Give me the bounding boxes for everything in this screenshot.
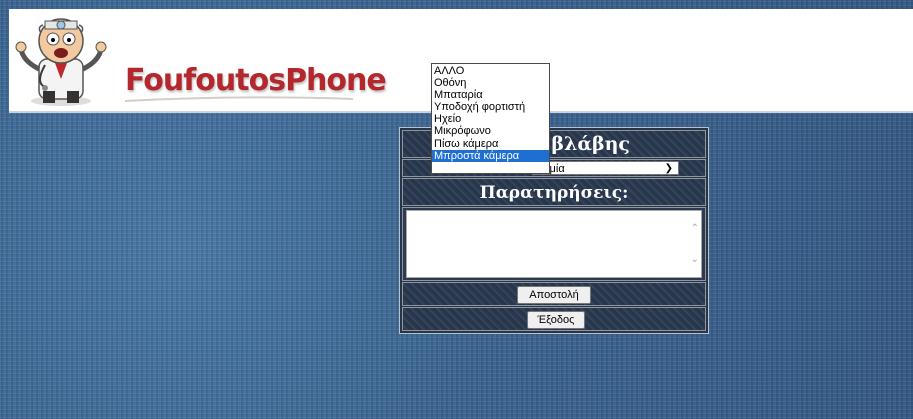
dropdown-option[interactable]: Οθόνη <box>432 77 549 89</box>
dropdown-option[interactable]: Ηχείο <box>432 113 549 125</box>
dropdown-option[interactable]: Πίσω κάμερα <box>432 138 549 150</box>
chevron-down-icon: ❯ <box>664 163 673 174</box>
scroll-down-icon[interactable]: ⌄ <box>691 254 699 265</box>
exit-button[interactable]: Έξοδος <box>527 311 585 329</box>
doctor-mascot-logo <box>15 18 107 106</box>
damage-type-select[interactable]: Καμία ❯ <box>532 161 679 175</box>
notes-textarea[interactable]: ⌃ ⌄ <box>406 210 702 278</box>
dropdown-option[interactable]: Μικρόφωνο <box>432 125 549 137</box>
notes-header-row: Παρατηρήσεις: <box>402 178 706 206</box>
notes-label: Παρατηρήσεις: <box>479 183 629 203</box>
dropdown-option[interactable]: ΑΛΛΟ <box>432 65 549 77</box>
brand-underline-swoosh <box>125 96 354 102</box>
scroll-up-icon[interactable]: ⌃ <box>691 223 699 234</box>
dropdown-option-highlighted[interactable]: Μπροστά κάμερα <box>432 149 549 162</box>
damage-options-dropdown[interactable]: ΑΛΛΟ Οθόνη Μπαταρία Υποδοχή φορτιστή Ηχε… <box>431 63 550 174</box>
submit-button[interactable]: Αποστολή <box>517 286 591 304</box>
exit-row: Έξοδος <box>402 307 706 331</box>
dropdown-option[interactable]: Μπαταρία <box>432 89 549 101</box>
dropdown-option[interactable]: Υποδοχή φορτιστή <box>432 101 549 113</box>
submit-row: Αποστολή <box>402 282 706 306</box>
notes-row: ⌃ ⌄ <box>402 207 706 281</box>
